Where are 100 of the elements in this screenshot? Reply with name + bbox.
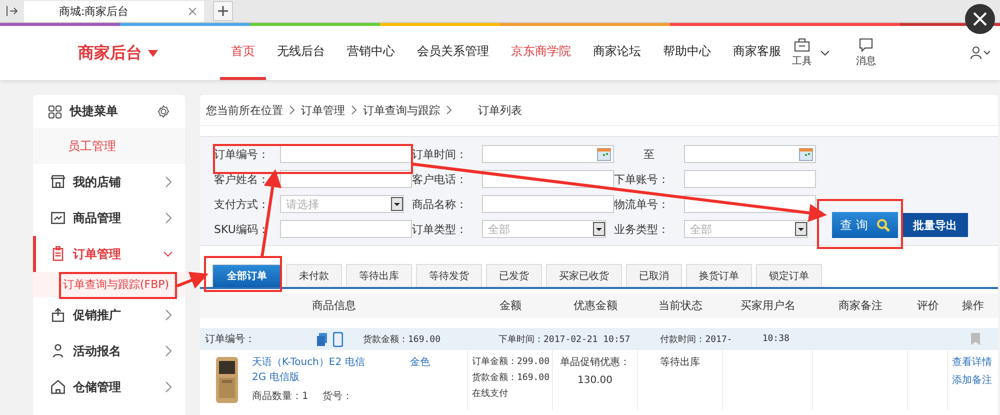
store-icon <box>49 173 67 191</box>
tools-button[interactable]: 工具 <box>792 38 812 68</box>
breadcrumb-item: 您当前所在位置 <box>206 102 283 118</box>
column-header: 评价 <box>916 298 940 313</box>
chevron-icon <box>446 105 452 115</box>
amount-text: 货款金额：169.00 <box>472 372 551 384</box>
submenu-item[interactable]: 订单查询与跟踪(FBP) <box>33 272 185 297</box>
nav-item[interactable]: 商家客服 <box>722 26 792 80</box>
column-header: 操作 <box>961 298 985 313</box>
copy-icon[interactable] <box>317 332 327 346</box>
chevron-icon <box>163 176 173 188</box>
breadcrumb-item[interactable]: 订单查询与跟踪 <box>363 102 440 118</box>
dropdown-icon[interactable] <box>593 222 605 236</box>
sidebar-item[interactable]: 促销推广 <box>33 297 185 333</box>
nav-item[interactable]: 京东商学院 <box>500 26 582 80</box>
product-link[interactable]: 天语（K-Touch）E2 电信2G 电信版 <box>252 355 372 385</box>
order-tab[interactable]: 等待出库 <box>346 264 412 287</box>
dropdown-icon[interactable] <box>391 197 403 211</box>
new-tab-icon[interactable] <box>213 1 233 21</box>
date-field[interactable] <box>684 145 816 163</box>
chevron-icon <box>351 105 357 115</box>
payment-time: 付款时间：2017- <box>660 334 732 346</box>
input-field[interactable] <box>280 145 412 163</box>
search-icon <box>876 218 890 232</box>
grid-icon <box>48 104 62 118</box>
nav-item[interactable]: 会员关系管理 <box>406 26 500 80</box>
field-label: 支付方式： <box>214 196 270 212</box>
calendar-icon[interactable] <box>597 148 611 160</box>
calendar-icon[interactable] <box>799 148 813 160</box>
field-label: 至 <box>642 146 656 162</box>
action-link[interactable]: 添加备注 <box>952 373 998 387</box>
chevron-icon <box>163 381 173 393</box>
settings-icon[interactable] <box>157 105 170 118</box>
chat-icon <box>858 38 874 52</box>
export-button[interactable]: 批量导出 <box>902 213 968 237</box>
quantity-text: 商品数量：1 <box>252 390 308 403</box>
order-tab[interactable]: 已发货 <box>486 264 542 287</box>
sidebar-item[interactable]: 仓储管理 <box>33 369 185 405</box>
field-label: SKU编码： <box>214 222 270 236</box>
breadcrumb-item[interactable]: 订单管理 <box>301 102 345 118</box>
sku-text: 货号： <box>322 390 352 403</box>
nav-item[interactable]: 首页 <box>220 26 266 80</box>
field-label: 商品名称： <box>412 196 468 212</box>
nav-item[interactable]: 商家论坛 <box>582 26 652 80</box>
input-field[interactable] <box>482 195 614 213</box>
logo[interactable]: 商家后台 <box>78 42 178 64</box>
quick-menu-title: 快捷菜单 <box>70 103 118 120</box>
dropdown-icon[interactable] <box>795 222 807 236</box>
order-tab[interactable]: 已取消 <box>626 264 682 287</box>
browser-tab[interactable]: 商城:商家后台 <box>24 1 204 22</box>
house-icon <box>49 378 67 396</box>
payment-time: 10:38 <box>762 334 790 344</box>
nav-item[interactable]: 无线后台 <box>266 26 336 80</box>
toolbox-icon <box>794 38 810 52</box>
field-label: 订单类型： <box>412 222 468 236</box>
field-label: 订单编号： <box>214 146 270 162</box>
chevron-icon <box>163 309 173 321</box>
messages-button[interactable]: 消息 <box>856 38 876 68</box>
order-tab[interactable]: 未付款 <box>286 264 342 287</box>
order-number-label: 订单编号： <box>205 332 255 346</box>
nav-item[interactable]: 帮助中心 <box>652 26 722 80</box>
input-field[interactable] <box>684 170 816 188</box>
chevron-icon <box>163 212 173 224</box>
action-link[interactable]: 查看详情 <box>952 355 998 369</box>
field-label: 订单时间： <box>412 146 468 162</box>
order-tab[interactable]: 全部订单 <box>212 264 282 287</box>
close-icon[interactable] <box>965 4 995 34</box>
chevron-icon <box>289 105 295 115</box>
column-header: 商品信息 <box>311 298 357 313</box>
field-label: 下单账号： <box>614 172 670 186</box>
annotation-arrow <box>176 272 208 289</box>
column-header: 商家备注 <box>838 298 884 313</box>
field-label: 物流单号： <box>614 196 670 212</box>
amount-text: 订单金额：299.00 <box>472 356 551 368</box>
breadcrumb-item: 订单列表 <box>478 102 522 118</box>
image-icon <box>49 209 67 227</box>
input-field[interactable] <box>280 220 412 238</box>
order-tab[interactable]: 锁定订单 <box>756 264 822 287</box>
chevron-icon[interactable] <box>820 50 830 56</box>
sidebar-item[interactable]: 商品管理 <box>33 200 185 236</box>
order-tab[interactable]: 等待发货 <box>416 264 482 287</box>
column-header: 优惠金额 <box>572 298 618 313</box>
amount-text: 在线支付 <box>472 388 509 400</box>
back-icon[interactable] <box>6 5 18 17</box>
goods-amount: 货款金额：169.00 <box>363 334 441 346</box>
chevron-icon <box>163 345 173 357</box>
column-header: 当前状态 <box>658 298 704 313</box>
promo-amount: 130.00 <box>578 375 612 386</box>
phone-icon <box>333 332 343 346</box>
sidebar-item[interactable]: 我的店铺 <box>33 164 185 200</box>
field-label: 客户姓名： <box>214 172 270 186</box>
shortcut-link[interactable]: 员工管理 <box>68 138 116 154</box>
nav-item[interactable]: 营销中心 <box>336 26 406 80</box>
order-time: 下单时间：2017-02-21 10:57 <box>498 334 630 346</box>
order-tab[interactable]: 换货订单 <box>686 264 752 287</box>
search-button[interactable]: 查 询 <box>832 212 898 238</box>
order-tab[interactable]: 买家已收货 <box>546 264 622 287</box>
sidebar-item[interactable]: 活动报名 <box>33 333 185 369</box>
user-icon[interactable] <box>970 46 990 60</box>
date-field[interactable] <box>482 145 614 163</box>
